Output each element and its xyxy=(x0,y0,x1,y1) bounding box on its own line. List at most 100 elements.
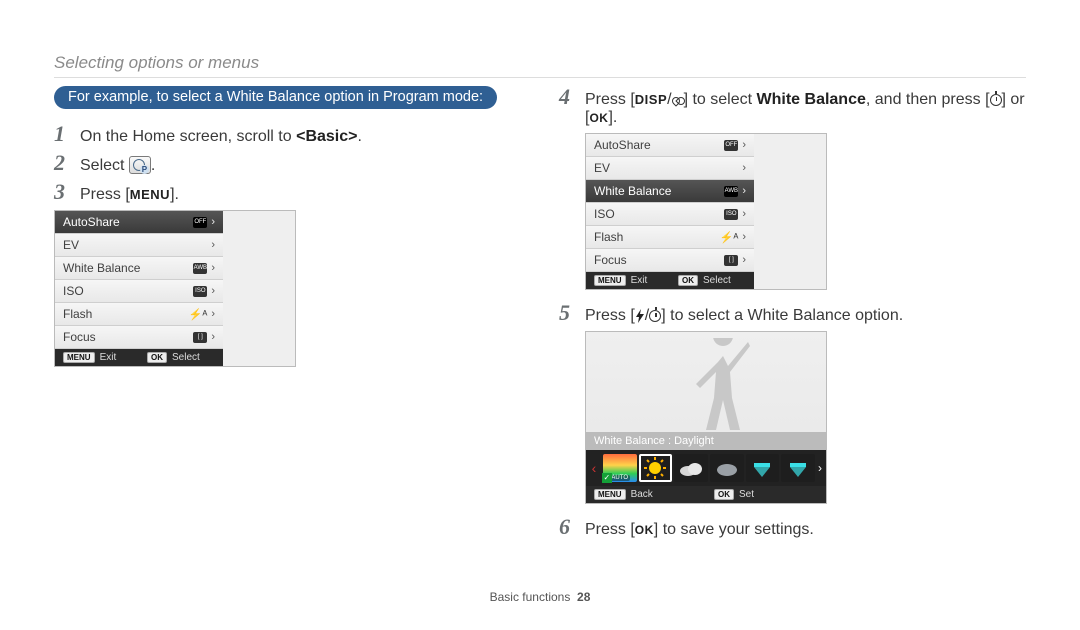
wb-selected-label: White Balance : Daylight xyxy=(586,432,826,450)
footer-exit: MENU Exit xyxy=(55,349,139,366)
auto-label: AUTO xyxy=(609,475,630,481)
disp-button-label: DISP xyxy=(635,92,667,107)
bulb-icon xyxy=(750,457,774,479)
ok-pill-icon: OK xyxy=(714,489,734,500)
ok-button-label: OK xyxy=(589,111,608,125)
menu-row-flash: Flash ⚡ᴬ› xyxy=(55,303,223,326)
left-column: For example, to select a White Balance o… xyxy=(54,86,521,545)
menu-item-value: ISO› xyxy=(724,208,746,220)
bulb-icon xyxy=(786,457,810,479)
wb-option-strip: ‹ AUTO ✓ xyxy=(586,450,826,486)
menu-item-value: ISO› xyxy=(193,285,215,297)
menu-row-iso: ISO ISO› xyxy=(586,203,754,226)
step-text: Press [/] to select a White Balance opti… xyxy=(585,305,903,325)
menu-row-white-balance-selected: White Balance AWB› xyxy=(586,180,754,203)
text-fragment: Select xyxy=(80,157,129,174)
step-2: 2 Select . xyxy=(54,152,521,175)
menu-item-label: ISO xyxy=(63,284,84,298)
wb-option-shade xyxy=(710,454,744,482)
menu-item-label: ISO xyxy=(594,207,615,221)
footer-exit: MENUExit xyxy=(586,272,670,289)
menu-item-value: ⚡ᴬ› xyxy=(720,231,746,244)
text-fragment: . xyxy=(357,128,361,145)
footer-page-number: 28 xyxy=(577,590,590,604)
text-fragment: , and then press [ xyxy=(866,91,990,108)
step-4: 4 Press [DISP/] to select White Balance,… xyxy=(559,86,1026,127)
menu-item-value: › xyxy=(742,162,746,174)
text-fragment: On the Home screen, scroll to xyxy=(80,128,296,145)
camera-menu-left-panel: AutoShare OFF› EV › White Balance AWB› I… xyxy=(55,211,223,366)
menu-item-label: EV xyxy=(63,238,79,252)
program-mode-icon xyxy=(129,156,151,174)
menu-pill-icon: MENU xyxy=(594,275,626,286)
wb-option-auto: AUTO ✓ xyxy=(603,454,637,482)
footer-label: Select xyxy=(172,352,200,363)
menu-item-value: [ ]› xyxy=(724,254,746,266)
menu-item-label: Focus xyxy=(594,253,627,267)
menu-row-iso: ISO ISO› xyxy=(55,280,223,303)
step-number: 2 xyxy=(54,152,70,174)
step-5: 5 Press [/] to select a White Balance op… xyxy=(559,302,1026,325)
timer-icon xyxy=(990,94,1002,106)
text-fragment: ] to select xyxy=(684,91,757,108)
menu-item-value: AWB› xyxy=(724,185,746,197)
footer-label: Exit xyxy=(100,352,117,363)
timer-icon xyxy=(649,310,661,322)
sun-icon xyxy=(643,456,667,480)
camera-menu-left-panel: AutoShare OFF› EV › White Balance AWB› I… xyxy=(586,134,754,289)
menu-item-value: AWB› xyxy=(193,262,215,274)
wb-footer: MENUBack OKSet xyxy=(586,486,826,503)
share-off-icon: OFF xyxy=(724,140,738,151)
content-columns: For example, to select a White Balance o… xyxy=(54,86,1026,545)
menu-row-autoshare: AutoShare OFF› xyxy=(586,134,754,157)
menu-item-label: White Balance xyxy=(63,261,140,275)
footer-back: MENUBack xyxy=(586,486,706,503)
horizontal-rule xyxy=(54,77,1026,78)
menu-row-flash: Flash ⚡ᴬ› xyxy=(586,226,754,249)
text-fragment: Press [ xyxy=(585,91,635,108)
footer-label: Back xyxy=(631,489,653,500)
step-text: Press [OK] to save your settings. xyxy=(585,519,814,539)
focus-icon: [ ] xyxy=(724,255,738,266)
ok-pill-icon: OK xyxy=(678,275,698,286)
ok-button-label: OK xyxy=(635,523,654,537)
step-1: 1 On the Home screen, scroll to <Basic>. xyxy=(54,123,521,146)
scroll-right-icon: › xyxy=(816,461,826,475)
awb-icon: AWB xyxy=(724,186,738,197)
step-number: 6 xyxy=(559,516,575,538)
step-text: Press [MENU]. xyxy=(80,184,179,204)
footer-select: OKSelect xyxy=(139,349,223,366)
menu-item-value: [ ]› xyxy=(193,331,215,343)
footer-select: OKSelect xyxy=(670,272,754,289)
menu-item-label: AutoShare xyxy=(594,138,651,152)
text-fragment: ]. xyxy=(608,109,617,126)
wb-option-fluorescent-h xyxy=(746,454,780,482)
step-3: 3 Press [MENU]. xyxy=(54,181,521,204)
menu-item-value: OFF› xyxy=(193,216,215,228)
camera-menu-screenshot-2: AutoShare OFF› EV › White Balance AWB› I… xyxy=(585,133,827,290)
white-balance-bold: White Balance xyxy=(757,91,866,108)
step-number: 3 xyxy=(54,181,70,203)
step-6: 6 Press [OK] to save your settings. xyxy=(559,516,1026,539)
cloud-icon xyxy=(678,458,704,478)
white-balance-preview-screenshot: White Balance : Daylight ‹ AUTO ✓ xyxy=(585,331,827,504)
menu-item-label: AutoShare xyxy=(63,215,120,229)
menu-item-value: › xyxy=(211,239,215,251)
menu-row-white-balance: White Balance AWB› xyxy=(55,257,223,280)
menu-item-value: OFF› xyxy=(724,139,746,151)
scroll-left-icon: ‹ xyxy=(586,460,602,476)
focus-icon: [ ] xyxy=(193,332,207,343)
camera-menu-footer: MENU Exit OKSelect xyxy=(55,349,223,366)
menu-item-label: Flash xyxy=(63,307,92,321)
menu-row-ev: EV › xyxy=(55,234,223,257)
menu-pill-icon: MENU xyxy=(63,352,95,363)
text-fragment: Press [ xyxy=(585,307,635,324)
menu-button-label: MENU xyxy=(130,187,170,202)
footer-section: Basic functions xyxy=(490,590,571,604)
text-fragment: Press [ xyxy=(585,521,635,538)
wb-option-daylight-selected xyxy=(639,454,673,482)
wb-preview-area xyxy=(586,332,826,432)
flash-auto-icon: ⚡ᴬ xyxy=(189,308,208,321)
menu-row-focus: Focus [ ]› xyxy=(586,249,754,272)
step-text: Press [DISP/] to select White Balance, a… xyxy=(585,89,1026,127)
